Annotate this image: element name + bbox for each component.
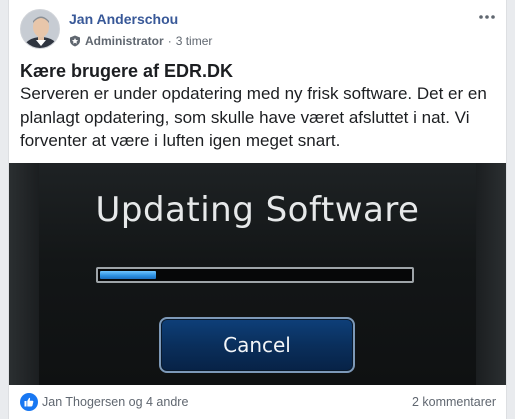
update-progress-bar — [96, 267, 414, 283]
author-avatar[interactable] — [20, 9, 60, 49]
meta-separator: · — [167, 34, 172, 48]
more-options-button[interactable] — [476, 9, 498, 25]
avatar-portrait — [21, 10, 59, 48]
reactions-text: Jan Thogersen og 4 andre — [42, 395, 189, 409]
post-message: Serveren er under opdatering med ny fris… — [20, 84, 487, 150]
thumbs-up-icon — [24, 397, 34, 407]
author-name[interactable]: Jan Anderschou — [69, 11, 178, 27]
updating-title: Updating Software — [95, 190, 420, 230]
like-icon — [20, 393, 38, 411]
update-progress-fill — [100, 271, 156, 279]
more-options-icon — [479, 15, 495, 19]
post-card: Jan Anderschou Administrator · 3 timer K… — [8, 0, 507, 419]
post-header: Jan Anderschou Administrator · 3 timer — [9, 0, 506, 58]
post-footer: Jan Thogersen og 4 andre 2 kommentarer — [9, 385, 506, 419]
post-meta: Administrator · 3 timer — [69, 34, 212, 48]
admin-badge-icon — [70, 35, 80, 47]
post-image[interactable]: Updating Software Cancel — [9, 163, 506, 385]
post-headline: Kære brugere af EDR.DK — [20, 61, 234, 81]
cancel-update-button: Cancel — [159, 317, 355, 373]
comments-count[interactable]: 2 kommentarer — [412, 395, 496, 409]
post-timestamp[interactable]: 3 timer — [176, 34, 213, 48]
post-body: Kære brugere af EDR.DK Serveren er under… — [20, 60, 490, 153]
author-role: Administrator — [85, 34, 164, 48]
reactions-summary[interactable]: Jan Thogersen og 4 andre — [20, 393, 188, 411]
